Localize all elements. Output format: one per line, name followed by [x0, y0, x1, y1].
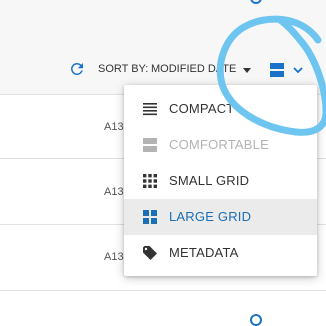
menu-item-large-grid[interactable]: LARGE GRID	[124, 199, 317, 235]
view-mode-toggle[interactable]	[268, 60, 308, 80]
caret-down-icon[interactable]	[243, 68, 251, 73]
menu-item-small-grid[interactable]: SMALL GRID	[124, 163, 317, 199]
list-compact-icon	[143, 103, 157, 116]
list-toolbar: SORT BY: MODIFIED DATE	[0, 58, 326, 84]
tag-icon	[143, 246, 157, 260]
large-grid-icon	[143, 210, 157, 224]
row-code: A13	[104, 186, 124, 198]
menu-item-compact[interactable]: COMPACT	[124, 91, 317, 127]
menu-item-comfortable: COMFORTABLE	[124, 127, 317, 163]
refresh-icon[interactable]	[68, 60, 86, 78]
sort-value-select[interactable]: MODIFIED DATE	[151, 63, 236, 75]
list-comfortable-icon	[143, 138, 157, 152]
menu-item-label: METADATA	[169, 245, 239, 260]
menu-item-label: SMALL GRID	[169, 173, 250, 188]
menu-item-metadata[interactable]: METADATA	[124, 235, 317, 271]
small-grid-icon	[143, 174, 157, 188]
menu-item-label: LARGE GRID	[169, 209, 252, 224]
info-icon[interactable]	[250, 314, 262, 326]
sort-by-label: SORT BY:	[98, 63, 149, 75]
large-grid-icon	[270, 63, 284, 77]
row-divider	[0, 290, 326, 291]
chevron-down-icon	[293, 67, 303, 74]
view-mode-menu: COMPACT COMFORTABLE SMALL GRID LARGE GRI…	[124, 85, 317, 276]
menu-item-label: COMFORTABLE	[169, 137, 269, 152]
menu-item-label: COMPACT	[169, 101, 235, 116]
row-code: A13	[104, 121, 124, 133]
row-code: A13	[104, 251, 124, 263]
